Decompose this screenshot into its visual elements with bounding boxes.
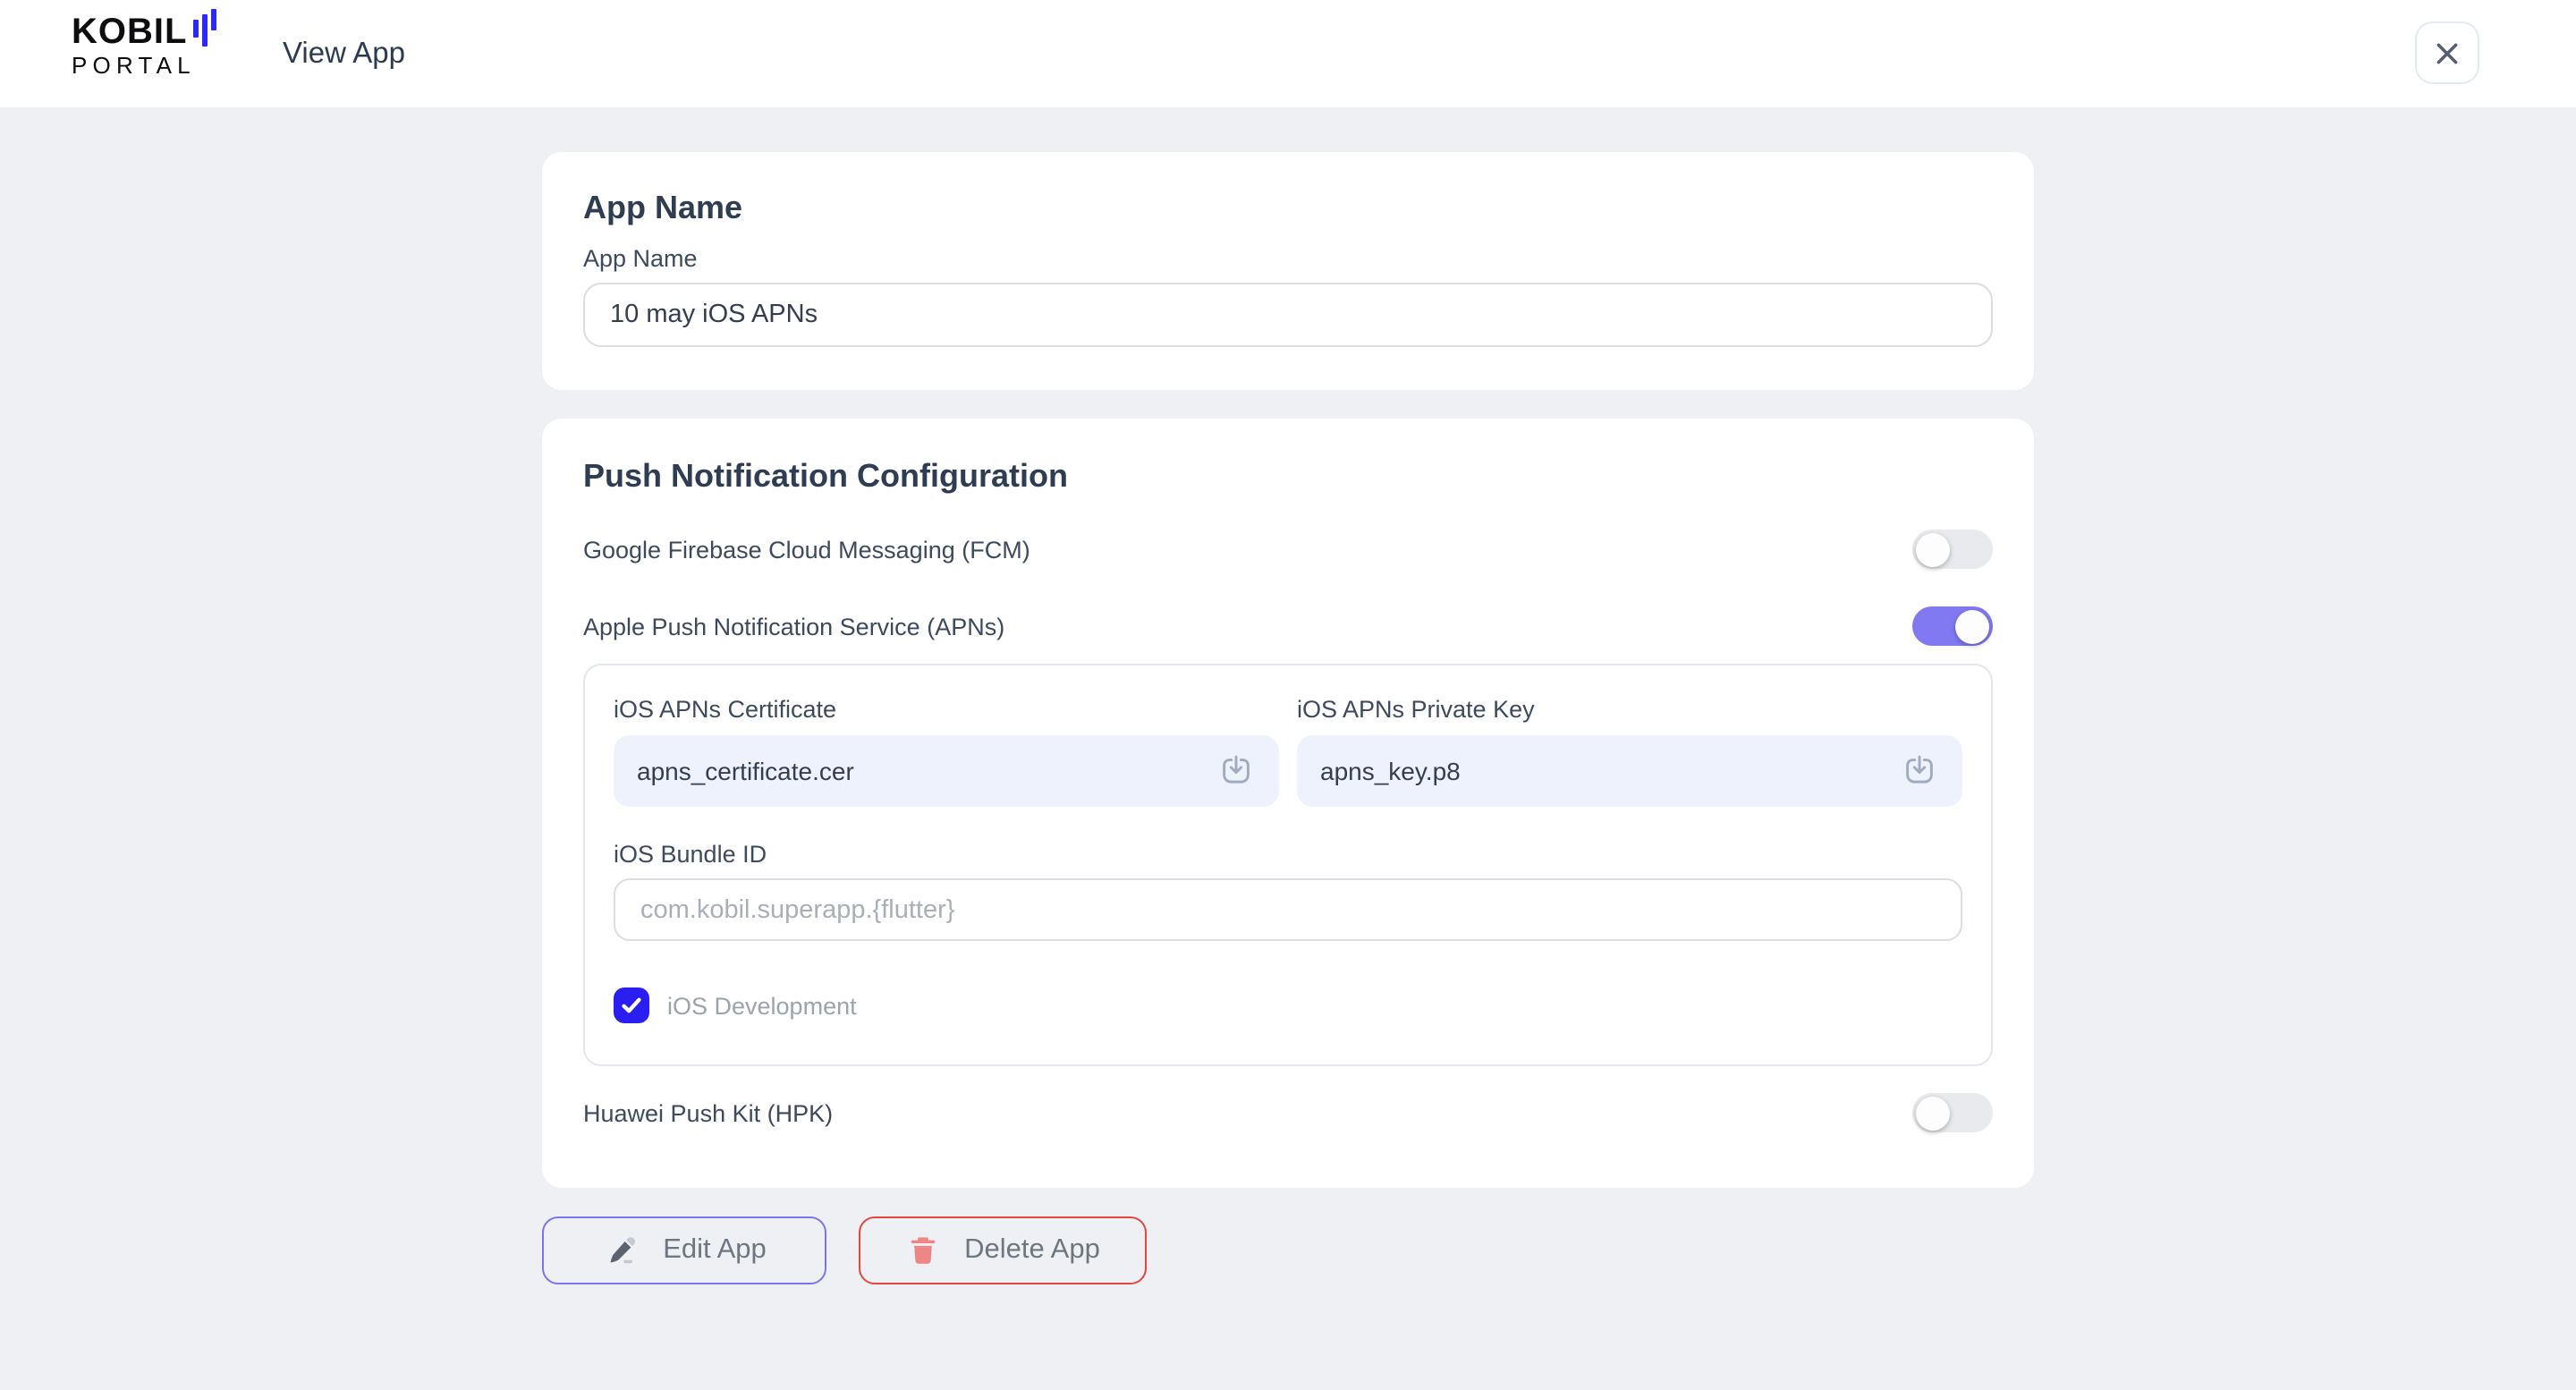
bundle-id-input[interactable] xyxy=(614,878,1962,941)
bundle-id-label: iOS Bundle ID xyxy=(614,841,1962,868)
download-icon[interactable] xyxy=(1216,751,1256,791)
page-title: View App xyxy=(283,0,405,107)
apns-private-key-label: iOS APNs Private Key xyxy=(1297,696,1962,723)
toggle-knob xyxy=(1915,532,1949,566)
action-buttons: Edit App Delete App xyxy=(542,1216,2034,1284)
fcm-label: Google Firebase Cloud Messaging (FCM) xyxy=(583,536,1030,563)
pencil-icon xyxy=(602,1232,640,1269)
edit-app-button[interactable]: Edit App xyxy=(542,1216,826,1284)
download-icon[interactable] xyxy=(1900,751,1939,791)
content-area: App Name App Name Push Notification Conf… xyxy=(0,107,2576,1284)
app-name-heading: App Name xyxy=(583,190,1993,227)
logo-text-kobil: KOBIL xyxy=(72,18,187,48)
ios-development-row: iOS Development xyxy=(614,987,1962,1023)
apns-row: Apple Push Notification Service (APNs) xyxy=(583,605,1993,648)
app-name-label: App Name xyxy=(583,245,1993,272)
kobil-portal-logo: KOBIL PORTAL xyxy=(72,18,219,79)
trash-icon xyxy=(905,1233,941,1268)
header: KOBIL PORTAL View App xyxy=(0,0,2576,107)
kobil-signal-bars-icon xyxy=(192,9,219,46)
delete-app-button[interactable]: Delete App xyxy=(859,1216,1147,1284)
hpk-toggle[interactable] xyxy=(1912,1093,1993,1132)
apns-certificate-filename: apns_certificate.cer xyxy=(637,757,854,785)
apns-config-panel: iOS APNs Certificate apns_certificate.ce… xyxy=(583,664,1993,1066)
apns-certificate-filebox[interactable]: apns_certificate.cer xyxy=(614,735,1279,807)
ios-development-label: iOS Development xyxy=(667,992,857,1019)
logo-text-portal: PORTAL xyxy=(72,54,219,79)
apns-certificate-field: iOS APNs Certificate apns_certificate.ce… xyxy=(614,696,1279,807)
checkmark-icon xyxy=(619,993,644,1018)
toggle-knob xyxy=(1955,609,1989,643)
apns-label: Apple Push Notification Service (APNs) xyxy=(583,613,1004,640)
push-config-heading: Push Notification Configuration xyxy=(583,458,1993,496)
hpk-row: Huawei Push Kit (HPK) xyxy=(583,1091,1993,1134)
apns-certificate-label: iOS APNs Certificate xyxy=(614,696,1279,723)
view-app-modal: KOBIL PORTAL View App App Name App Name … xyxy=(0,0,2576,1390)
toggle-knob xyxy=(1915,1096,1949,1130)
edit-app-label: Edit App xyxy=(663,1234,767,1267)
fcm-toggle[interactable] xyxy=(1912,530,1993,569)
fcm-row: Google Firebase Cloud Messaging (FCM) xyxy=(583,528,1993,571)
ios-development-checkbox[interactable] xyxy=(614,987,649,1023)
apns-private-key-field: iOS APNs Private Key apns_key.p8 xyxy=(1297,696,1962,807)
apns-private-key-filebox[interactable]: apns_key.p8 xyxy=(1297,735,1962,807)
delete-app-label: Delete App xyxy=(964,1234,1100,1267)
close-icon xyxy=(2433,38,2462,67)
app-name-card: App Name App Name xyxy=(542,152,2034,390)
hpk-label: Huawei Push Kit (HPK) xyxy=(583,1099,833,1126)
apns-toggle[interactable] xyxy=(1912,606,1993,646)
push-config-card: Push Notification Configuration Google F… xyxy=(542,419,2034,1188)
apns-private-key-filename: apns_key.p8 xyxy=(1320,757,1461,785)
close-button[interactable] xyxy=(2415,21,2479,84)
app-name-input[interactable] xyxy=(583,283,1993,347)
